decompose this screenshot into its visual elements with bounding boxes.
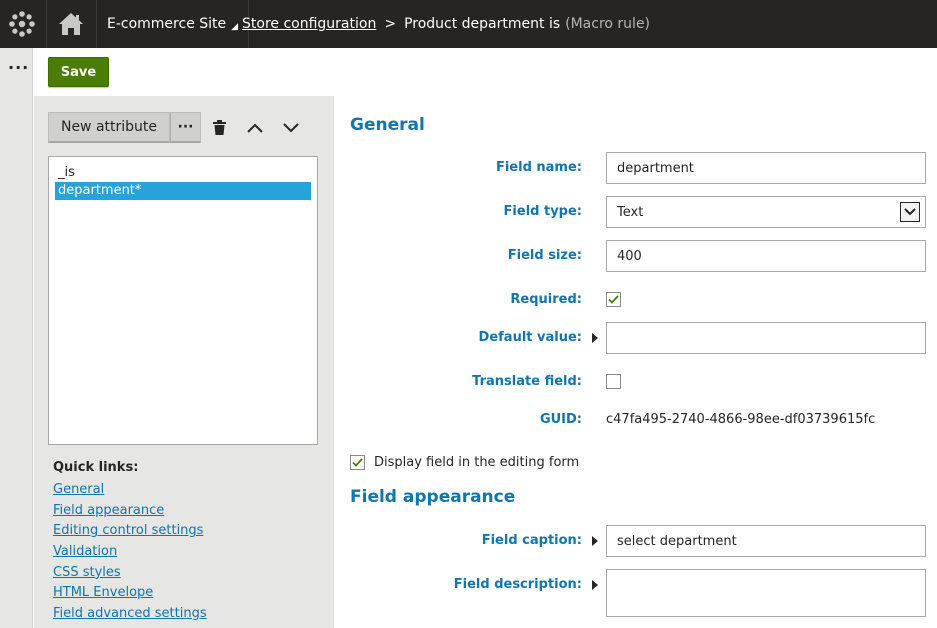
ellipsis-icon: ···: [177, 119, 194, 135]
kentico-logo[interactable]: [0, 0, 44, 48]
section-title-general: General: [350, 115, 425, 135]
quick-links-title: Quick links:: [53, 460, 139, 475]
quick-links: Quick links: General Field appearance Ed…: [53, 460, 207, 625]
translate-field-label: Translate field:: [472, 374, 582, 389]
field-type-select[interactable]: Text: [606, 196, 926, 228]
logo-icon: [9, 11, 35, 37]
breadcrumb-separator: >: [384, 16, 397, 32]
trash-icon: [212, 120, 226, 135]
breadcrumb-current: Product department is: [404, 16, 561, 32]
caret-down-icon: ◢: [231, 22, 239, 32]
attribute-item-is[interactable]: _is: [55, 164, 311, 182]
check-icon: [352, 458, 363, 467]
guid-value: c47fa495-2740-4866-98ee-df03739615fc: [606, 412, 876, 427]
left-strip: ···: [0, 48, 33, 628]
breadcrumb-store-configuration[interactable]: Store configuration: [242, 16, 376, 32]
quick-link-general[interactable]: General: [53, 480, 207, 501]
expand-field-description-icon[interactable]: [592, 580, 598, 590]
quick-link-field-appearance[interactable]: Field appearance: [53, 501, 207, 522]
site-name: E-commerce Site: [107, 16, 227, 32]
attribute-item-department[interactable]: department*: [55, 182, 311, 200]
new-attribute-button[interactable]: New attribute: [48, 112, 170, 143]
chevron-up-icon: [247, 123, 263, 133]
action-bar: Save: [34, 48, 937, 96]
display-field-label[interactable]: Display field in the editing form: [374, 455, 579, 470]
quick-link-validation[interactable]: Validation: [53, 542, 207, 563]
breadcrumb: Store configuration > Product department…: [242, 0, 650, 48]
section-title-field-appearance: Field appearance: [350, 487, 516, 507]
expand-field-caption-icon[interactable]: [592, 536, 598, 546]
top-header: E-commerce Site ◢ Store configuration > …: [0, 0, 937, 48]
guid-label: GUID:: [539, 412, 582, 427]
field-type-value: Text: [617, 204, 644, 220]
delete-button[interactable]: [201, 112, 237, 143]
more-attribute-options-button[interactable]: ···: [170, 112, 201, 143]
field-size-label: Field size:: [507, 248, 582, 263]
breadcrumb-suffix: (Macro rule): [565, 16, 651, 32]
default-value-label: Default value:: [478, 330, 582, 345]
field-caption-label: Field caption:: [481, 533, 582, 548]
display-field-checkbox[interactable]: [350, 455, 365, 470]
move-up-button[interactable]: [237, 112, 273, 143]
site-selector[interactable]: E-commerce Site ◢: [96, 0, 250, 48]
field-size-input[interactable]: 400: [606, 240, 926, 272]
move-down-button[interactable]: [273, 112, 309, 143]
check-icon: [608, 295, 619, 304]
required-checkbox[interactable]: [606, 292, 621, 307]
quick-link-html-envelope[interactable]: HTML Envelope: [53, 583, 207, 604]
field-description-label: Field description:: [453, 577, 582, 592]
home-icon: [58, 13, 83, 35]
translate-field-checkbox[interactable]: [606, 374, 621, 389]
expand-default-value-icon[interactable]: [592, 333, 598, 343]
chevron-down-icon: [283, 122, 299, 132]
field-form: General Field name: department Field typ…: [334, 96, 937, 628]
quick-link-editing-control-settings[interactable]: Editing control settings: [53, 521, 207, 542]
field-name-input[interactable]: department: [606, 152, 926, 184]
attribute-panel: New attribute ··· _is department* Quick …: [34, 96, 334, 628]
attribute-toolbar: New attribute ···: [48, 112, 309, 143]
select-arrow-icon: [900, 202, 920, 222]
attribute-list[interactable]: _is department*: [48, 156, 318, 445]
save-button[interactable]: Save: [48, 57, 109, 87]
quick-link-field-advanced-settings[interactable]: Field advanced settings: [53, 604, 207, 625]
field-type-label: Field type:: [503, 204, 582, 219]
field-description-textarea[interactable]: [606, 569, 926, 617]
more-options-icon[interactable]: ···: [8, 60, 29, 76]
quick-link-css-styles[interactable]: CSS styles: [53, 563, 207, 584]
field-name-label: Field name:: [495, 160, 582, 175]
required-label: Required:: [510, 292, 582, 307]
field-caption-input[interactable]: select department: [606, 525, 926, 557]
home-button[interactable]: [46, 0, 94, 48]
default-value-input[interactable]: [606, 322, 926, 354]
